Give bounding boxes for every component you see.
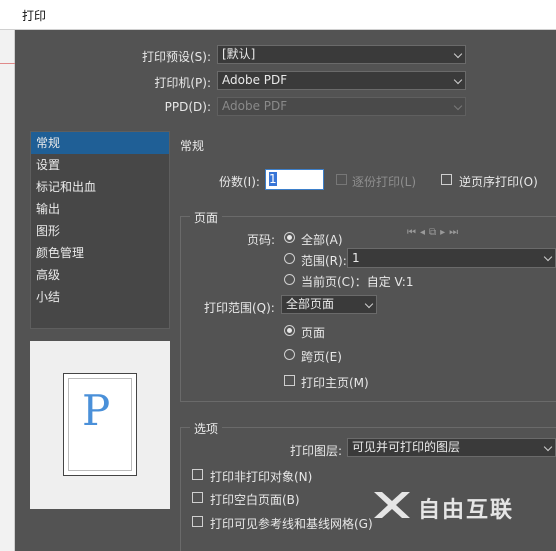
print-master-label: 打印主页(M) bbox=[301, 376, 369, 390]
chevron-down-icon bbox=[543, 442, 553, 452]
copies-input[interactable]: 1 bbox=[265, 169, 324, 190]
pages-option-label: 页面 bbox=[301, 326, 326, 340]
sidebar-item-advanced[interactable]: 高级 bbox=[31, 264, 169, 286]
guide-line bbox=[0, 63, 15, 64]
chevron-down-icon bbox=[453, 101, 463, 111]
sidebar-item-output[interactable]: 输出 bbox=[31, 198, 169, 220]
current-page-label: 当前页(C)：自定 V:1 bbox=[301, 275, 414, 289]
current-page-radio[interactable] bbox=[284, 274, 295, 285]
window-title: 打印 bbox=[22, 9, 47, 23]
ppd-dropdown: Adobe PDF bbox=[217, 97, 466, 116]
options-group-title: 选项 bbox=[190, 420, 223, 437]
print-layers-dropdown[interactable]: 可见并可打印的图层 bbox=[347, 438, 556, 457]
sidebar-item-general[interactable]: 常规 bbox=[31, 132, 169, 154]
sidebar-item-graphics[interactable]: 图形 bbox=[31, 220, 169, 242]
pages-label: 页码: bbox=[247, 233, 276, 247]
pages-group-title: 页面 bbox=[190, 209, 223, 226]
chevron-down-icon bbox=[364, 299, 374, 309]
pages-option-radio[interactable] bbox=[284, 325, 295, 336]
sidebar-item-setup[interactable]: 设置 bbox=[31, 154, 169, 176]
page-nav-icons: ⏮◂⧉▸⏭ bbox=[407, 227, 463, 238]
printer-dropdown[interactable]: Adobe PDF bbox=[217, 71, 466, 90]
ppd-label: PPD(D): bbox=[164, 100, 211, 114]
print-guides-checkbox[interactable] bbox=[192, 516, 203, 527]
print-master-checkbox[interactable] bbox=[284, 375, 295, 386]
print-blank-pages-label: 打印空白页面(B) bbox=[210, 493, 300, 507]
collate-checkbox bbox=[336, 174, 347, 185]
preview-glyph: P bbox=[82, 386, 111, 435]
preview-page: P bbox=[63, 373, 137, 476]
title-bar: 打印 bbox=[0, 0, 556, 30]
range-radio[interactable] bbox=[284, 253, 295, 264]
reverse-order-checkbox[interactable] bbox=[441, 174, 452, 185]
preset-label: 打印预设(S): bbox=[141, 50, 211, 64]
all-pages-radio[interactable] bbox=[284, 232, 295, 243]
all-pages-label: 全部(A) bbox=[301, 233, 343, 247]
category-list: 常规 设置 标记和出血 输出 图形 颜色管理 高级 小结 bbox=[30, 131, 170, 329]
copies-label: 份数(I): bbox=[219, 175, 260, 189]
section-title-general: 常规 bbox=[180, 139, 205, 153]
print-nonprinting-label: 打印非打印对象(N) bbox=[210, 470, 313, 484]
page-preview: P bbox=[30, 341, 170, 509]
copies-value: 1 bbox=[269, 172, 277, 186]
chevron-down-icon[interactable] bbox=[543, 252, 553, 262]
print-range-label: 打印范围(Q): bbox=[204, 301, 275, 315]
print-range-dropdown[interactable]: 全部页面 bbox=[281, 295, 377, 314]
spreads-option-label: 跨页(E) bbox=[301, 350, 342, 364]
chevron-down-icon bbox=[453, 49, 463, 59]
watermark-text: 自由互联 bbox=[418, 498, 515, 523]
watermark-logo-icon bbox=[374, 492, 410, 518]
reverse-order-label: 逆页序打印(O) bbox=[459, 175, 538, 189]
print-guides-label: 打印可见参考线和基线网格(G) bbox=[210, 517, 373, 531]
preset-value: [默认] bbox=[222, 47, 256, 61]
range-label: 范围(R): bbox=[301, 254, 347, 268]
printer-label: 打印机(P): bbox=[154, 76, 211, 90]
print-layers-value: 可见并可打印的图层 bbox=[352, 440, 461, 454]
print-blank-pages-checkbox[interactable] bbox=[192, 492, 203, 503]
sidebar-item-color-management[interactable]: 颜色管理 bbox=[31, 242, 169, 264]
sidebar-item-summary[interactable]: 小结 bbox=[31, 286, 169, 308]
print-range-value: 全部页面 bbox=[286, 297, 335, 311]
print-layers-label: 打印图层: bbox=[290, 444, 343, 458]
print-nonprinting-checkbox[interactable] bbox=[192, 469, 203, 480]
sidebar-item-marks-bleed[interactable]: 标记和出血 bbox=[31, 176, 169, 198]
spreads-option-radio[interactable] bbox=[284, 349, 295, 360]
printer-value: Adobe PDF bbox=[222, 73, 288, 87]
range-input[interactable]: 1 bbox=[347, 248, 556, 268]
chevron-down-icon bbox=[453, 75, 463, 85]
collate-label: 逐份打印(L) bbox=[352, 175, 417, 189]
range-value: 1 bbox=[352, 251, 360, 265]
background-document-strip bbox=[0, 30, 15, 551]
preset-dropdown[interactable]: [默认] bbox=[217, 45, 466, 64]
ppd-value: Adobe PDF bbox=[222, 99, 288, 113]
